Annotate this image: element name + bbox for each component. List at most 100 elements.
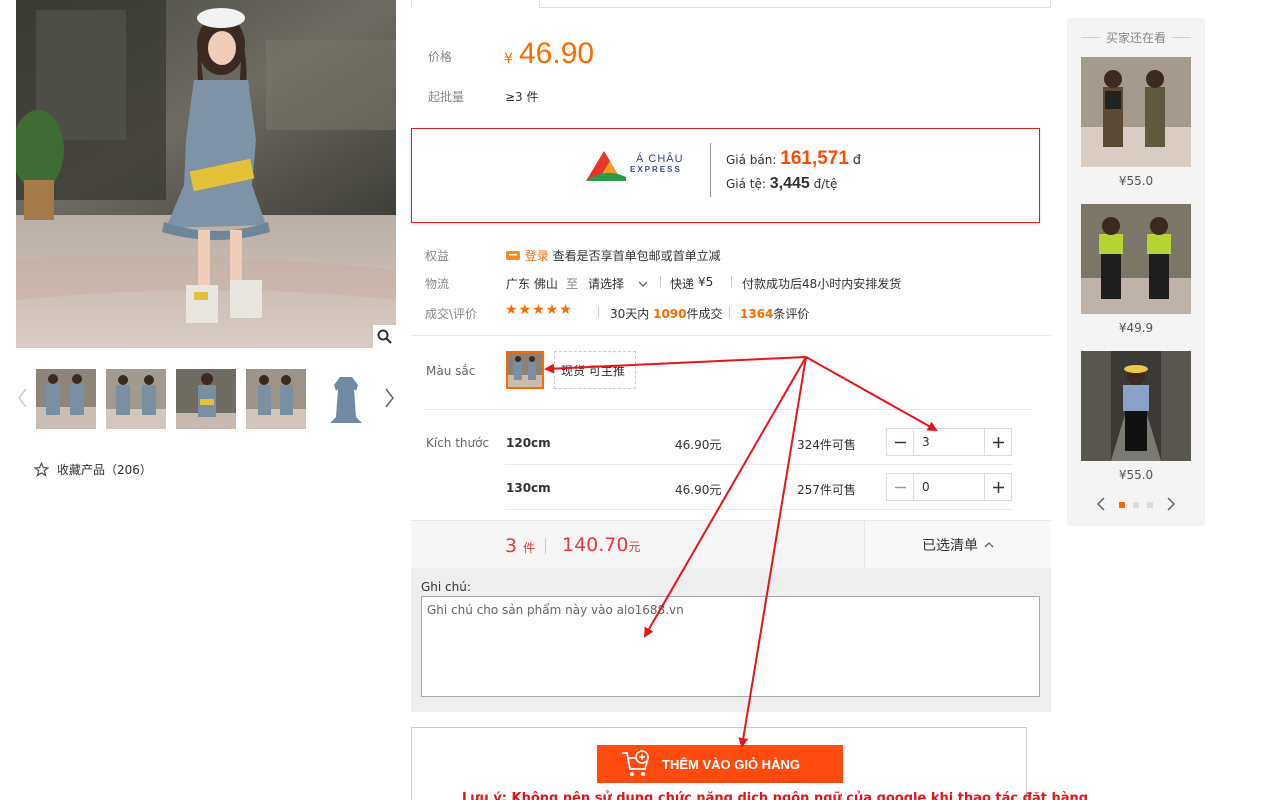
- increase-button[interactable]: [984, 429, 1011, 455]
- selected-list-label: 已选清单: [922, 538, 978, 554]
- deals-suffix: 件成交: [686, 307, 723, 321]
- quantity-input[interactable]: 3: [914, 429, 984, 455]
- recommend-price-3: ¥55.0: [1118, 468, 1154, 482]
- price-currency: ¥: [504, 51, 513, 67]
- recommend-title: 买家还在看: [1106, 31, 1167, 45]
- shipping-sep-2: [731, 276, 732, 288]
- express-logo-sub: EXPRESS: [630, 165, 682, 174]
- color-option-swatch[interactable]: [506, 351, 544, 389]
- product-main-image[interactable]: [16, 0, 396, 348]
- price-label: 价格: [428, 50, 453, 64]
- minus-icon: [894, 441, 906, 443]
- login-link[interactable]: 登录: [525, 249, 549, 263]
- minus-icon: [894, 486, 906, 488]
- express-price-box: Á CHÂU EXPRESS Giá bán: 161,571 đ Giá tệ…: [411, 128, 1040, 223]
- recommend-price-2: ¥49.9: [1118, 321, 1154, 335]
- express-logo: Á CHÂU EXPRESS: [584, 147, 694, 187]
- express-divider: [710, 143, 711, 197]
- size-label: Kích thước: [426, 436, 490, 450]
- quantity-input[interactable]: 0: [914, 474, 984, 500]
- divider: [505, 509, 1013, 510]
- summary-total-unit: 元: [628, 540, 641, 554]
- thumb-prev-icon[interactable]: [16, 386, 30, 410]
- shipping-fee: ¥5: [698, 275, 714, 289]
- recommend-item-3[interactable]: [1081, 351, 1191, 461]
- quantity-stepper-130cm: 0: [886, 473, 1012, 501]
- moq-value: ≥3 件: [505, 90, 539, 104]
- add-to-cart-button[interactable]: THÊM VÀO GIỎ HÀNG: [597, 745, 843, 783]
- plus-icon: [992, 481, 1004, 493]
- zoom-button[interactable]: [373, 325, 396, 348]
- thumbnail-strip: [16, 368, 396, 430]
- thumbnail-4[interactable]: [246, 369, 306, 429]
- order-summary-bar: 3 件 140.70元 已选清单: [411, 520, 1051, 569]
- note-textarea[interactable]: [421, 596, 1040, 697]
- deals-count: 1090: [653, 307, 687, 321]
- sale-price-row: Giá bán: 161,571 đ: [726, 148, 861, 170]
- recommend-item-2[interactable]: [1081, 204, 1191, 314]
- size-row-2-stock: 257件可售: [797, 483, 856, 497]
- thumb-next-icon[interactable]: [382, 386, 396, 410]
- shipping-method: 快递: [670, 277, 695, 291]
- express-logo-icon: [586, 151, 626, 181]
- deals-row: 30天内 1090件成交: [610, 305, 723, 322]
- shipping-note: 付款成功后48小时内安排发货: [742, 277, 902, 291]
- review-suffix: 条评价: [773, 307, 810, 321]
- recommend-pager: [1095, 496, 1177, 512]
- shipping-from: 广东 佛山: [506, 277, 558, 291]
- size-row-2-name: 130cm: [506, 481, 551, 495]
- summary-count-unit: 件: [523, 541, 536, 555]
- note-label: Ghi chú:: [421, 580, 471, 594]
- reviews-label: 成交\评价: [425, 307, 478, 321]
- rate-value: 3,445: [769, 175, 810, 192]
- thumbnail-2[interactable]: [106, 369, 166, 429]
- recommend-next-icon[interactable]: [1165, 496, 1177, 512]
- rate-label: Giá tệ:: [726, 177, 766, 191]
- rating-stars: ★★★★★: [505, 302, 573, 318]
- top-tab-strip: [411, 0, 1051, 8]
- decrease-button[interactable]: [887, 474, 914, 500]
- rights-row: 登录 查看是否享首单包邮或首单立减: [505, 247, 721, 264]
- shipping-to-word: 至: [566, 277, 579, 291]
- size-row-1-stock: 324件可售: [797, 438, 856, 452]
- favorite-label: 收藏产品（206）: [57, 463, 152, 477]
- summary-count: 3 件: [505, 535, 535, 557]
- summary-count-value: 3: [505, 535, 518, 557]
- size-row-1-name: 120cm: [506, 436, 551, 450]
- pager-dot[interactable]: [1133, 502, 1139, 508]
- star-outline-icon: [34, 462, 49, 477]
- sale-label: Giá bán:: [726, 153, 777, 167]
- cart-plus-icon: [622, 750, 650, 776]
- decrease-button[interactable]: [887, 429, 914, 455]
- review-count-link[interactable]: 1364条评价: [740, 305, 809, 322]
- divider: [505, 464, 1013, 465]
- thumbnail-1[interactable]: [36, 369, 96, 429]
- translate-warning: Lưu ý: Không nên sử dụng chức năng dịch …: [462, 791, 1089, 800]
- chevron-down-icon: [638, 281, 648, 287]
- recommend-price-1: ¥55.0: [1118, 174, 1154, 188]
- recommend-prev-icon[interactable]: [1095, 496, 1107, 512]
- favorite-link[interactable]: 收藏产品（206）: [34, 461, 152, 478]
- thumbnail-3[interactable]: [176, 369, 236, 429]
- add-to-cart-label: THÊM VÀO GIỎ HÀNG: [662, 756, 800, 772]
- shipping-sep-1: [660, 276, 661, 288]
- pager-dot[interactable]: [1147, 502, 1153, 508]
- destination-select[interactable]: 请选择: [588, 275, 648, 292]
- increase-button[interactable]: [984, 474, 1011, 500]
- recommend-panel: 买家还在看 ¥55.0 ¥49.9 ¥55.0: [1067, 18, 1205, 526]
- size-row-1-price: 46.90元: [675, 438, 722, 452]
- coupon-icon: [506, 251, 520, 260]
- pager-dot-active[interactable]: [1119, 502, 1125, 508]
- recommend-item-1[interactable]: [1081, 57, 1191, 167]
- selected-list-toggle[interactable]: 已选清单: [864, 521, 1051, 569]
- divider: [425, 409, 1031, 410]
- color-option-text[interactable]: 现货 可主推: [554, 351, 636, 389]
- cart-section: THÊM VÀO GIỎ HÀNG Lưu ý: Không nên sử dụ…: [411, 727, 1088, 800]
- rights-text: 查看是否享首单包邮或首单立减: [552, 249, 721, 263]
- size-row-2-price: 46.90元: [675, 483, 722, 497]
- magnifier-icon: [377, 329, 392, 344]
- thumbnail-5[interactable]: [316, 369, 376, 429]
- rate-row: Giá tệ: 3,445 đ/tệ: [726, 175, 837, 193]
- price-value: 46.90: [519, 37, 595, 70]
- summary-sep: [545, 538, 546, 554]
